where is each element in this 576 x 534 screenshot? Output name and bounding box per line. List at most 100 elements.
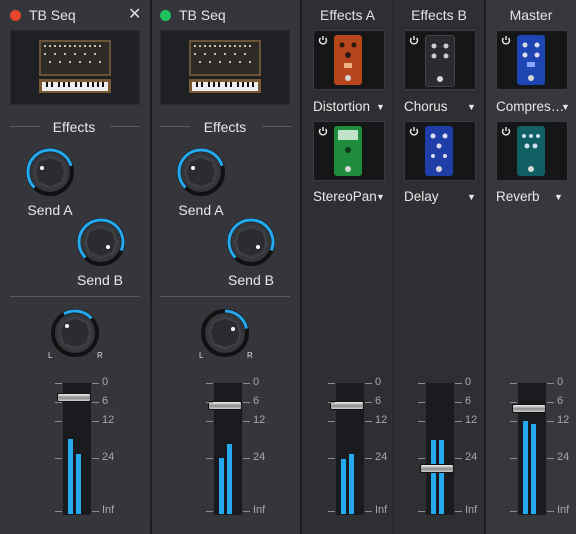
scale-tick (55, 421, 62, 422)
scale-label: 24 (557, 451, 570, 463)
scale-tick (455, 383, 462, 384)
scale-tick (206, 402, 213, 403)
scale-label: Inf (465, 504, 478, 516)
scale-tick (55, 383, 62, 384)
send-a-knob[interactable] (176, 147, 226, 202)
power-icon[interactable] (501, 126, 511, 136)
scale-tick (455, 511, 462, 512)
level-meter-right (439, 440, 444, 514)
scale-tick (328, 383, 335, 384)
scale-tick (92, 383, 99, 384)
scale-tick (547, 383, 554, 384)
channel-color-dot[interactable] (160, 9, 171, 21)
volume-fader[interactable] (420, 464, 454, 473)
dropdown-caret-icon[interactable]: ▼ (376, 102, 385, 112)
close-icon[interactable]: ✕ (128, 7, 141, 23)
power-icon[interactable] (501, 35, 511, 45)
scale-tick (510, 402, 517, 403)
dropdown-caret-icon[interactable]: ▼ (554, 192, 563, 202)
scale-tick (92, 402, 99, 403)
effect-slot[interactable] (313, 30, 385, 90)
effect-name[interactable]: Compres… (496, 99, 564, 114)
dropdown-caret-icon[interactable]: ▼ (467, 192, 476, 202)
volume-fader[interactable] (330, 401, 364, 410)
power-icon[interactable] (318, 35, 328, 45)
master-title[interactable]: Master (486, 0, 576, 30)
scale-tick (365, 458, 372, 459)
effect-slot[interactable] (496, 121, 568, 181)
send-a-label: Send A (178, 202, 224, 218)
scale-label: 24 (465, 451, 478, 463)
volume-fader[interactable] (57, 393, 91, 402)
effects-section-label: Effects (203, 119, 247, 135)
fx-bus-title[interactable]: Effects B (394, 0, 484, 30)
volume-fader[interactable] (208, 401, 242, 410)
power-icon[interactable] (409, 35, 419, 45)
send-a-knob[interactable] (25, 147, 75, 202)
channel-title[interactable]: TB Seq (29, 7, 76, 23)
scale-label: Inf (253, 504, 266, 516)
scale-label: 0 (375, 376, 382, 388)
effect-name[interactable]: Distortion (313, 99, 370, 114)
scale-label: 24 (253, 451, 266, 463)
scale-label: 6 (465, 395, 472, 407)
instrument-thumbnail[interactable] (160, 30, 290, 105)
scale-label: 12 (375, 414, 388, 426)
scale-tick (510, 383, 517, 384)
scale-label: 24 (102, 451, 115, 463)
effect-slot[interactable] (496, 30, 568, 90)
channel-title[interactable]: TB Seq (179, 7, 226, 23)
scale-tick (547, 458, 554, 459)
level-meter-left (523, 421, 528, 514)
stereopan-pedal-icon (334, 126, 362, 176)
scale-tick (455, 458, 462, 459)
effect-slot[interactable] (404, 121, 476, 181)
pan-knob[interactable] (200, 308, 250, 363)
send-b-label: Send B (228, 272, 274, 288)
pan-left-label: L (199, 351, 204, 360)
send-b-knob[interactable] (226, 217, 276, 272)
level-meter-right (349, 454, 354, 514)
scale-label: Inf (102, 504, 115, 516)
instrument-thumbnail[interactable] (10, 30, 140, 105)
pan-right-label: R (247, 351, 253, 360)
volume-fader[interactable] (512, 404, 546, 413)
power-icon[interactable] (318, 126, 328, 136)
power-icon[interactable] (409, 126, 419, 136)
scale-tick (365, 402, 372, 403)
delay-pedal-icon (425, 126, 453, 176)
level-meter-left (68, 439, 73, 514)
channel-color-dot[interactable] (10, 9, 21, 21)
fx-bus-title[interactable]: Effects A (302, 0, 393, 30)
dropdown-caret-icon[interactable]: ▼ (467, 102, 476, 112)
send-a-label: Send A (27, 202, 73, 218)
scale-tick (418, 421, 425, 422)
effect-name[interactable]: Reverb (496, 189, 540, 204)
effect-name[interactable]: StereoPan (313, 189, 377, 204)
scale-tick (547, 421, 554, 422)
effect-slot[interactable] (404, 30, 476, 90)
scale-tick (243, 421, 250, 422)
reverb-pedal-icon (517, 126, 545, 176)
scale-tick (455, 421, 462, 422)
scale-label: 24 (375, 451, 388, 463)
level-meter-left (219, 458, 224, 514)
effects-section-label: Effects (52, 119, 96, 135)
pan-knob[interactable] (50, 308, 100, 363)
level-meter-right (76, 454, 81, 514)
effect-name[interactable]: Delay (404, 189, 439, 204)
scale-label: 0 (465, 376, 472, 388)
dropdown-caret-icon[interactable]: ▼ (376, 192, 385, 202)
send-b-knob[interactable] (76, 217, 126, 272)
scale-label: 6 (102, 395, 109, 407)
effect-slot[interactable] (313, 121, 385, 181)
dropdown-caret-icon[interactable]: ▼ (561, 102, 570, 112)
scale-tick (328, 458, 335, 459)
scale-label: 0 (557, 376, 564, 388)
scale-tick (55, 458, 62, 459)
scale-tick (547, 402, 554, 403)
effect-name[interactable]: Chorus (404, 99, 448, 114)
scale-tick (243, 402, 250, 403)
scale-tick (206, 383, 213, 384)
scale-tick (328, 421, 335, 422)
